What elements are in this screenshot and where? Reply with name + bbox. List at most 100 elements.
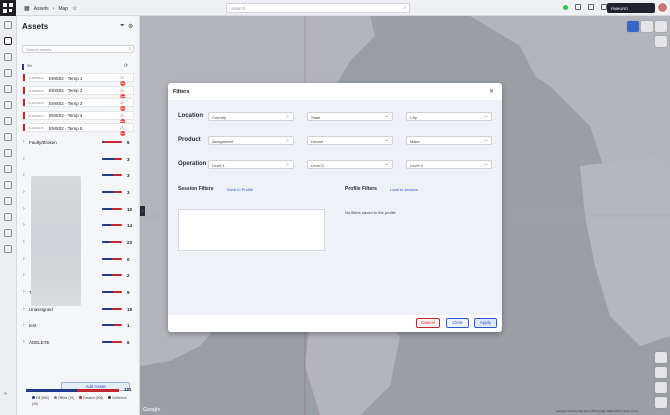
filter-select[interactable]: Level 1 ⌄ — [208, 160, 294, 169]
asset-name: EMS02 - Temp 1 — [49, 75, 83, 81]
settings-icon[interactable] — [4, 245, 12, 253]
profile-empty-text: No filters saved to the profile — [345, 210, 396, 215]
chevron-down-icon: ⌄ — [483, 161, 488, 167]
select-value: Level 2 — [311, 162, 324, 168]
filter-select[interactable]: Make ⌄ — [406, 136, 492, 145]
document-icon[interactable] — [4, 149, 12, 157]
asset-search-input[interactable]: Search assets ⌕ — [22, 45, 134, 53]
asset-status-stripe — [23, 86, 25, 94]
chevron-down-icon: ⌄ — [384, 113, 389, 119]
chevron-right-icon: › — [23, 139, 25, 145]
filter-row-label: Operation — [178, 161, 207, 167]
load-to-session-link[interactable]: Load to session — [390, 187, 418, 192]
group-progress-fill — [102, 274, 112, 276]
breadcrumb-map: Map — [58, 5, 69, 12]
group-row[interactable]: › ADELETE 6 — [22, 338, 134, 346]
chevron-right-icon: › — [23, 272, 25, 278]
chevron-down-icon: ⌄ — [483, 113, 488, 119]
box-icon[interactable] — [4, 197, 12, 205]
asset-item[interactable]: IS-0000041 EMS02 - Temp 1 ⚠⛔ — [22, 73, 134, 86]
magnifier-icon[interactable] — [4, 165, 12, 173]
save-to-profile-link[interactable]: Save to Profile — [227, 187, 253, 192]
asset-item[interactable]: IS-0000042 EMS02 - Temp 2 ⚠⛔ — [22, 85, 134, 99]
filter-select[interactable]: Country ⌄ — [208, 112, 294, 121]
star-icon[interactable]: ☆ — [72, 5, 77, 12]
group-progress — [102, 324, 122, 326]
search-icon: ⌕ — [128, 46, 131, 51]
filter-select[interactable]: Level 3 ⌄ — [406, 160, 492, 169]
global-search-input[interactable]: Search ⌕ — [226, 3, 410, 13]
group-row[interactable]: › 3 — [22, 155, 134, 163]
asset-status-stripe — [23, 74, 25, 81]
user-menu[interactable]: PAMURO — [607, 3, 655, 13]
avatar[interactable] — [657, 2, 668, 13]
refresh-icon[interactable]: ⟳ — [124, 63, 128, 69]
group-row[interactable]: › Faulty/Broken 5 — [22, 138, 134, 146]
group-name: ADELETE — [29, 339, 50, 345]
grid-icon[interactable] — [4, 117, 12, 125]
asset-status-stripe — [23, 124, 25, 131]
asset-id: IS-0000043 — [28, 101, 44, 105]
expand-icon[interactable]: » — [4, 391, 12, 399]
search-icon[interactable] — [4, 53, 12, 61]
wrench-icon[interactable] — [4, 85, 12, 93]
panel-title: Assets — [22, 22, 49, 31]
home-icon[interactable] — [4, 21, 12, 29]
group-count: 3 — [127, 156, 130, 162]
group-count: 3 — [127, 189, 130, 195]
select-value: Level 3 — [410, 162, 423, 168]
app-logo[interactable] — [0, 0, 16, 16]
asset-name: EMS02 - Temp 4 — [49, 113, 83, 118]
chart-icon[interactable] — [4, 213, 12, 221]
legend-dot — [79, 396, 83, 399]
help-icon[interactable] — [588, 4, 594, 10]
group-progress-fill — [102, 308, 112, 310]
asset-id: IS-0000042 — [28, 88, 44, 93]
filters-dialog: Filters ✕ Location Country ⌄ State ⌄ City ⌄ Pro… — [168, 83, 502, 332]
chevron-down-icon: ⌄ — [285, 137, 290, 143]
group-progress — [102, 174, 122, 176]
top-icons — [563, 4, 607, 10]
asset-name: EMS02 - Temp 5 — [49, 125, 83, 131]
location-icon[interactable] — [4, 101, 12, 109]
assets-icon[interactable] — [4, 37, 12, 45]
fullscreen-icon[interactable] — [575, 4, 581, 10]
apply-button[interactable]: Apply — [474, 318, 497, 328]
clear-button[interactable]: Clear — [446, 318, 469, 328]
asset-item[interactable]: IS-0000044 EMS02 - Temp 4 ⚠⛔ — [22, 110, 134, 124]
filter-icon[interactable] — [4, 229, 12, 237]
breadcrumb: ▦ Assets › Map ☆ — [24, 5, 77, 13]
cancel-button[interactable]: Cancel — [416, 318, 440, 328]
chevron-down-icon: ⌄ — [285, 113, 290, 119]
group-row[interactable]: › test 1 — [22, 321, 134, 329]
group-count: 18 — [127, 306, 133, 312]
chevron-right-icon: › — [23, 322, 25, 328]
filter-icon[interactable]: ⏷ — [120, 23, 125, 30]
group-progress-fill — [102, 258, 112, 260]
breadcrumb-assets[interactable]: Assets — [34, 6, 49, 12]
group-progress-fill — [102, 174, 113, 176]
legend-dot — [32, 396, 35, 399]
close-icon[interactable]: ✕ — [489, 88, 494, 95]
gear-icon[interactable]: ⚙ — [128, 23, 133, 30]
legend-label: Off (580) — [36, 396, 49, 400]
tag-row[interactable]: Ski ⟳ — [22, 63, 134, 70]
alert-icons: ⚠⛔ — [120, 125, 128, 136]
filter-select[interactable]: Device ⌄ — [307, 136, 393, 145]
filter-select[interactable]: Assignment ⌄ — [208, 136, 294, 145]
filter-select[interactable]: State ⌄ — [307, 112, 393, 121]
list-icon[interactable] — [4, 133, 12, 141]
filter-select[interactable]: City ⌄ — [406, 112, 492, 121]
asset-item[interactable]: IS-0000045 EMS02 - Temp 5 ⚠⛔ — [22, 123, 134, 136]
asset-item[interactable]: IS-0000043 EMS02 - Temp 3 ⚠⛔ — [22, 98, 134, 111]
group-progress — [102, 158, 122, 160]
chevron-right-icon: › — [23, 206, 25, 212]
filter-row-label: Location — [178, 113, 203, 119]
filter-select[interactable]: Level 2 ⌄ — [307, 160, 393, 169]
copy-icon[interactable] — [4, 181, 12, 189]
group-progress-fill — [102, 208, 112, 210]
group-progress — [102, 341, 122, 343]
clock-icon[interactable] — [4, 69, 12, 77]
filter-row-label: Product — [178, 137, 201, 143]
group-row[interactable]: › Unassigned 18 — [22, 305, 134, 313]
